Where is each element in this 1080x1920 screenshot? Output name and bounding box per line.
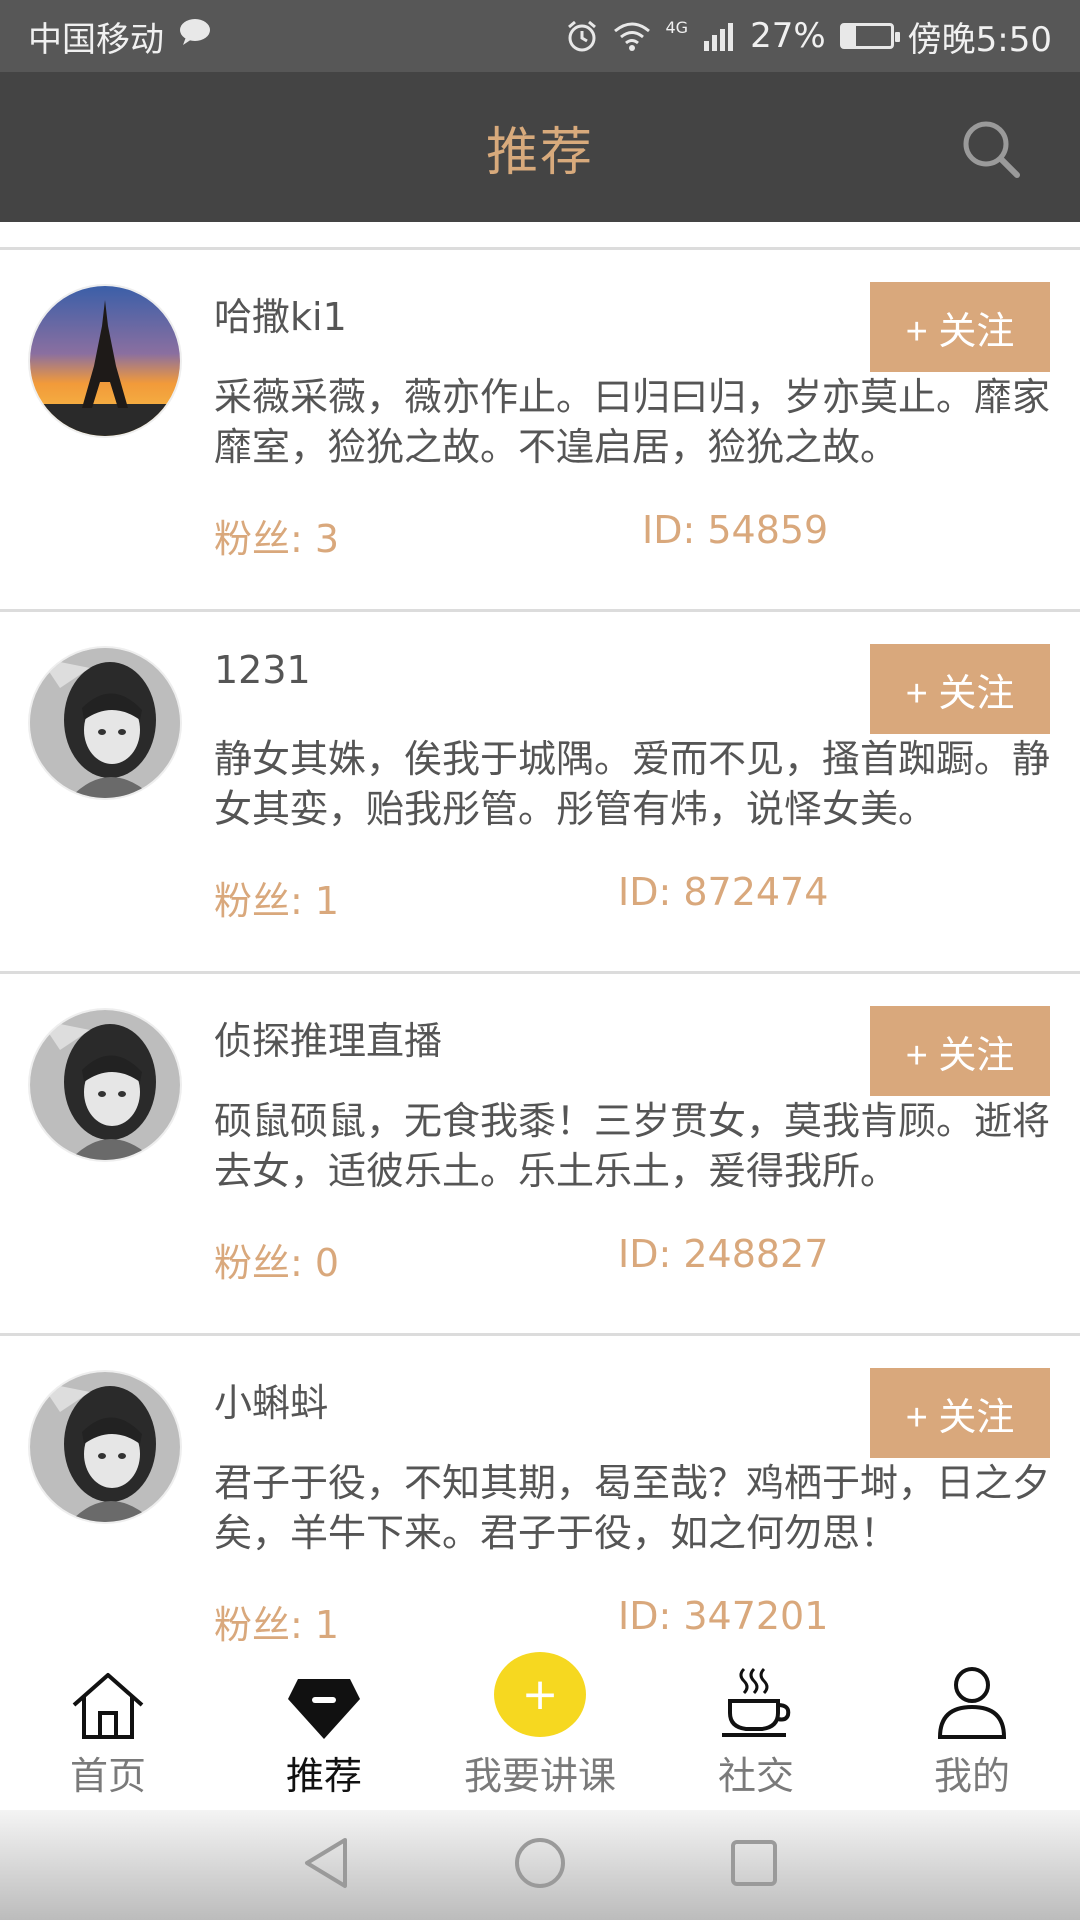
nav-item-social[interactable]: 社交 [648,1652,864,1810]
user-bio: 静女其姝，俟我于城隅。爱而不见，搔首踟蹰。静女其娈，贻我彤管。彤管有炜，说怿女美… [214,737,1050,831]
page-title: 推荐 [485,122,594,183]
battery-level-fill [842,26,856,46]
nav-item-recommend[interactable]: 推荐 [216,1652,432,1810]
avatar[interactable] [30,1372,180,1522]
system-nav-bar [0,1810,1080,1920]
username: 小蝌蚪 [214,1381,329,1425]
nav-item-mine[interactable]: 我的 [864,1652,1080,1810]
clock-label: 傍晚5:50 [907,19,1052,60]
username: 1231 [214,648,311,692]
user-bio: 君子于役，不知其期，曷至哉？鸡栖于埘，日之夕矣，羊牛下来。君子于役，如之何勿思！ [214,1461,1050,1555]
user-icon [936,1661,1008,1741]
battery-icon [839,23,900,49]
follow-button[interactable]: + 关注 [870,1006,1050,1096]
recents-icon[interactable] [729,1838,779,1892]
follow-button[interactable]: + 关注 [870,644,1050,734]
home-icon [70,1661,146,1741]
nav-label: 推荐 [285,1754,362,1798]
status-bar: 中国移动 4G 27% 傍晚5:50 [0,0,1080,72]
nav-label: 社交 [717,1754,794,1798]
girl-portrait-avatar-icon [30,1010,180,1160]
girl-portrait-avatar-icon [30,1372,180,1522]
search-button[interactable] [958,116,1024,182]
wifi-icon [613,21,651,51]
nav-label: 我的 [933,1754,1010,1798]
nav-item-home[interactable]: 首页 [0,1652,216,1810]
user-id: ID: 347201 [618,1594,829,1638]
nav-label: 我要讲课 [463,1754,616,1798]
user-card[interactable]: 1231 + 关注 静女其姝，俟我于城隅。爱而不见，搔首踟蹰。静女其娈，贻我彤管… [0,612,1080,974]
alarm-icon [565,19,599,53]
nav-label: 首页 [69,1754,146,1798]
avatar[interactable] [30,1010,180,1160]
girl-portrait-avatar-icon [30,648,180,798]
user-bio: 采薇采薇，薇亦作止。曰归曰归，岁亦莫止。靡家靡室，猃狁之故。不遑启居，猃狁之故。 [214,375,1050,469]
network-type-label: 4G [665,17,689,37]
plus-icon[interactable]: + [494,1652,586,1737]
eiffel-tower-avatar-icon [30,286,180,436]
battery-percent: 27% [750,16,826,56]
app-root: 中国移动 4G 27% 傍晚5:50 推荐 哈撒ki1 + 关注 采薇采薇，薇亦… [0,0,1080,1920]
fans-count: 粉丝: 1 [214,879,340,923]
message-icon [178,16,212,56]
diamond-icon [286,1661,362,1741]
user-bio: 硕鼠硕鼠，无食我黍！三岁贯女，莫我肯顾。逝将去女，适彼乐土。乐土乐土，爰得我所。 [214,1099,1050,1193]
bottom-nav: 首页 推荐 + 我要讲课 社交 我的 [0,1652,1080,1810]
coffee-icon [718,1661,794,1741]
carrier-label: 中国移动 [28,19,164,60]
back-icon[interactable] [301,1836,351,1894]
nav-item-lecture[interactable]: + 我要讲课 [432,1652,648,1810]
user-id: ID: 872474 [618,870,829,914]
status-right: 4G 27% 傍晚5:50 [565,12,1052,61]
user-card[interactable]: 哈撒ki1 + 关注 采薇采薇，薇亦作止。曰归曰归，岁亦莫止。靡家靡室，猃狁之故… [0,250,1080,612]
signal-icon [702,21,736,51]
user-id: ID: 54859 [642,508,829,552]
fans-count: 粉丝: 3 [214,517,340,561]
user-id: ID: 248827 [618,1232,829,1276]
home-circle-icon[interactable] [513,1836,567,1894]
status-left: 中国移动 [28,12,212,61]
fans-count: 粉丝: 1 [214,1603,340,1647]
user-card[interactable]: 小蝌蚪 + 关注 君子于役，不知其期，曷至哉？鸡栖于埘，日之夕矣，羊牛下来。君子… [0,1336,1080,1698]
fans-count: 粉丝: 0 [214,1241,340,1285]
username: 侦探推理直播 [214,1019,443,1063]
follow-button[interactable]: + 关注 [870,1368,1050,1458]
avatar[interactable] [30,648,180,798]
app-header: 推荐 [0,72,1080,222]
search-icon [963,121,1020,178]
username: 哈撒ki1 [214,295,347,339]
avatar[interactable] [30,286,180,436]
user-card[interactable]: 侦探推理直播 + 关注 硕鼠硕鼠，无食我黍！三岁贯女，莫我肯顾。逝将去女，适彼乐… [0,974,1080,1336]
follow-button[interactable]: + 关注 [870,282,1050,372]
